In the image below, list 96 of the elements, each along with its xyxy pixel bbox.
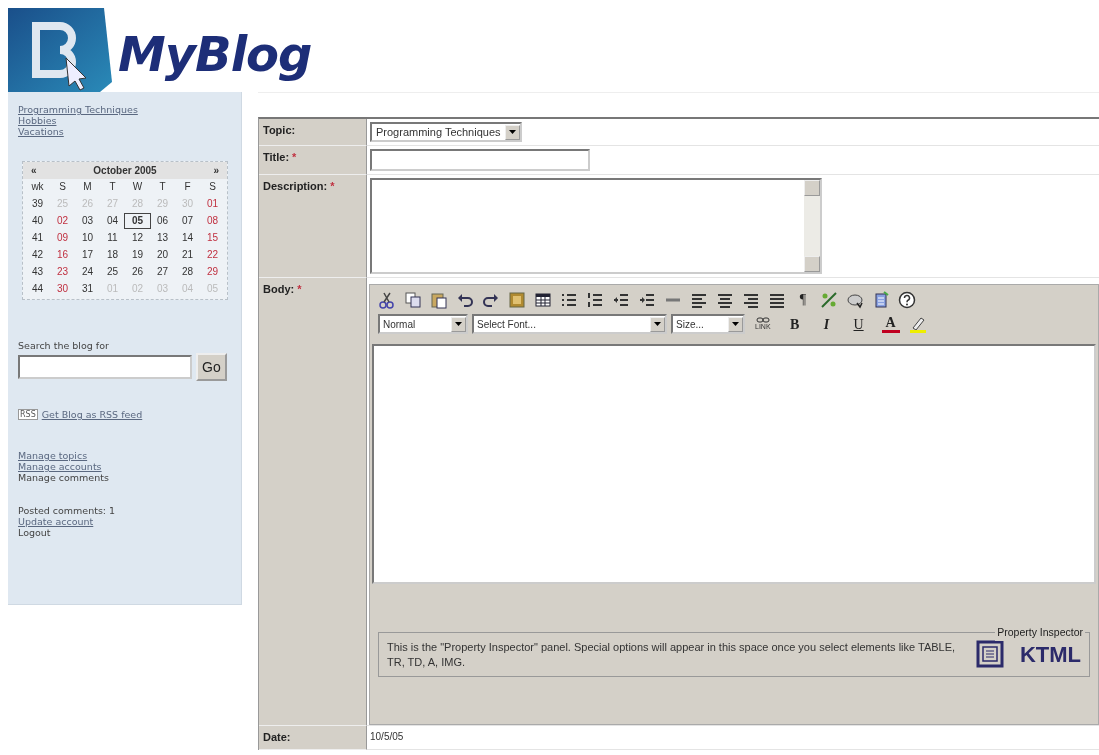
week-number: 42	[30, 248, 45, 262]
calendar-day[interactable]: 20	[150, 248, 175, 262]
calendar-day[interactable]: 18	[100, 248, 125, 262]
title-field[interactable]	[370, 149, 590, 171]
underline-button[interactable]: U	[849, 316, 868, 332]
paste-icon[interactable]	[430, 290, 448, 309]
sidebar-link[interactable]: Manage accounts	[18, 461, 102, 472]
calendar-day[interactable]: 25	[100, 265, 125, 279]
calendar-day[interactable]: 06	[150, 214, 175, 228]
calendar-day[interactable]: 26	[125, 265, 150, 279]
calendar-day[interactable]: 13	[150, 231, 175, 245]
topic-link[interactable]: Vacations	[18, 126, 64, 137]
week-number: 39	[30, 197, 45, 211]
copy-icon[interactable]	[404, 290, 422, 309]
calendar-day[interactable]: 15	[200, 231, 225, 245]
topic-select[interactable]: Programming Techniques	[370, 122, 522, 142]
search-field[interactable]	[18, 355, 192, 379]
week-number: 40	[30, 214, 45, 228]
weekday-header: W	[131, 180, 144, 194]
table-icon[interactable]	[534, 290, 552, 309]
calendar-day[interactable]: 01	[200, 197, 225, 211]
font-color-button[interactable]: A	[881, 315, 900, 333]
weekday-header: S	[208, 180, 217, 194]
sidebar-link[interactable]: Manage topics	[18, 450, 88, 461]
calendar-day[interactable]: 27	[150, 265, 175, 279]
required-mark: *	[297, 283, 302, 295]
inspector-legend: Property Inspector	[995, 625, 1085, 641]
image-icon[interactable]	[508, 290, 526, 309]
calendar-day[interactable]: 05	[125, 214, 150, 228]
field-label: Date:	[263, 731, 291, 743]
paragraph-mark-button[interactable]: ¶	[794, 289, 812, 310]
next-month-button[interactable]: »	[213, 163, 219, 178]
calendar-day[interactable]: 17	[75, 248, 100, 262]
calendar-day[interactable]: 03	[75, 214, 100, 228]
week-number: 43	[30, 265, 45, 279]
calendar-day[interactable]: 23	[50, 265, 75, 279]
inspector-description: This is the "Property Inspector" panel. Special options will appear in this space once you select elements like TABLE, TR, TD, A, IMG.	[387, 639, 957, 670]
rss-badge: RSS	[18, 409, 38, 420]
weekday-header: T	[158, 180, 167, 194]
calendar-day[interactable]: 16	[50, 248, 75, 262]
field-label: Title:	[263, 151, 290, 163]
rss-feed-link[interactable]: Get Blog as RSS feed	[41, 409, 143, 420]
size-dropdown[interactable]: Size...	[671, 314, 745, 334]
calendar-day[interactable]: 22	[200, 248, 225, 262]
weekday-header: wk	[30, 180, 45, 194]
sidebar-text-link[interactable]: Logout	[18, 527, 51, 538]
calendar-day[interactable]: 08	[200, 214, 225, 228]
document-icon[interactable]	[872, 290, 890, 309]
format-dropdown[interactable]: Normal	[378, 314, 468, 334]
date-value: 10/5/05	[370, 731, 404, 742]
calendar-day[interactable]: 07	[175, 214, 200, 228]
calendar-day[interactable]: 28	[175, 265, 200, 279]
font-dropdown[interactable]: Select Font...	[472, 314, 667, 334]
search-label: Search the blog for	[18, 340, 109, 351]
weekday-header: T	[108, 180, 117, 194]
percent-icon[interactable]	[820, 290, 838, 309]
ktml-logo-text: KTML	[1019, 641, 1081, 669]
calendar-day[interactable]: 02	[50, 214, 75, 228]
sidebar-text-link[interactable]: Manage comments	[18, 472, 109, 483]
calendar-day[interactable]: 31	[75, 282, 100, 296]
description-field[interactable]	[370, 178, 822, 274]
topic-link[interactable]: Hobbies	[18, 115, 57, 126]
required-mark: *	[292, 151, 297, 163]
calendar-day[interactable]: 21	[175, 248, 200, 262]
week-number: 41	[30, 231, 45, 245]
calendar-day[interactable]: 09	[50, 231, 75, 245]
numbered-list-icon[interactable]	[586, 290, 604, 309]
calendar-day[interactable]: 14	[175, 231, 200, 245]
weekday-header: S	[58, 180, 67, 194]
calendar-day[interactable]: 04	[100, 214, 125, 228]
calendar-day[interactable]: 12	[125, 231, 150, 245]
week-number: 44	[30, 282, 45, 296]
go-button[interactable]: Go	[196, 353, 227, 381]
field-label: Body:	[263, 283, 295, 295]
calendar-day[interactable]: 30	[50, 282, 75, 296]
calendar-day[interactable]: 11	[100, 231, 125, 245]
bold-button[interactable]: B	[785, 316, 804, 332]
calendar-day[interactable]: 24	[75, 265, 100, 279]
previous-month-button[interactable]: «	[31, 163, 37, 178]
field-label: Description:	[263, 180, 328, 192]
weekday-header: M	[82, 180, 93, 194]
cut-icon[interactable]	[378, 290, 396, 309]
field-label: Topic:	[263, 124, 296, 136]
sidebar-link[interactable]: Update account	[18, 516, 94, 527]
highlighter-icon[interactable]	[908, 315, 927, 333]
posted-comments-text: Posted comments: 1	[18, 505, 116, 516]
topic-link[interactable]: Programming Techniques	[18, 104, 138, 115]
help-icon[interactable]	[898, 290, 916, 309]
weekday-header: F	[183, 180, 192, 194]
month-title: October 2005	[93, 164, 157, 178]
calendar-day[interactable]: 29	[200, 265, 225, 279]
calendar-day[interactable]: 19	[125, 248, 150, 262]
calendar-day[interactable]: 10	[75, 231, 100, 245]
panel-icon	[975, 639, 1006, 670]
required-mark: *	[330, 180, 335, 192]
italic-button[interactable]: I	[817, 316, 836, 332]
